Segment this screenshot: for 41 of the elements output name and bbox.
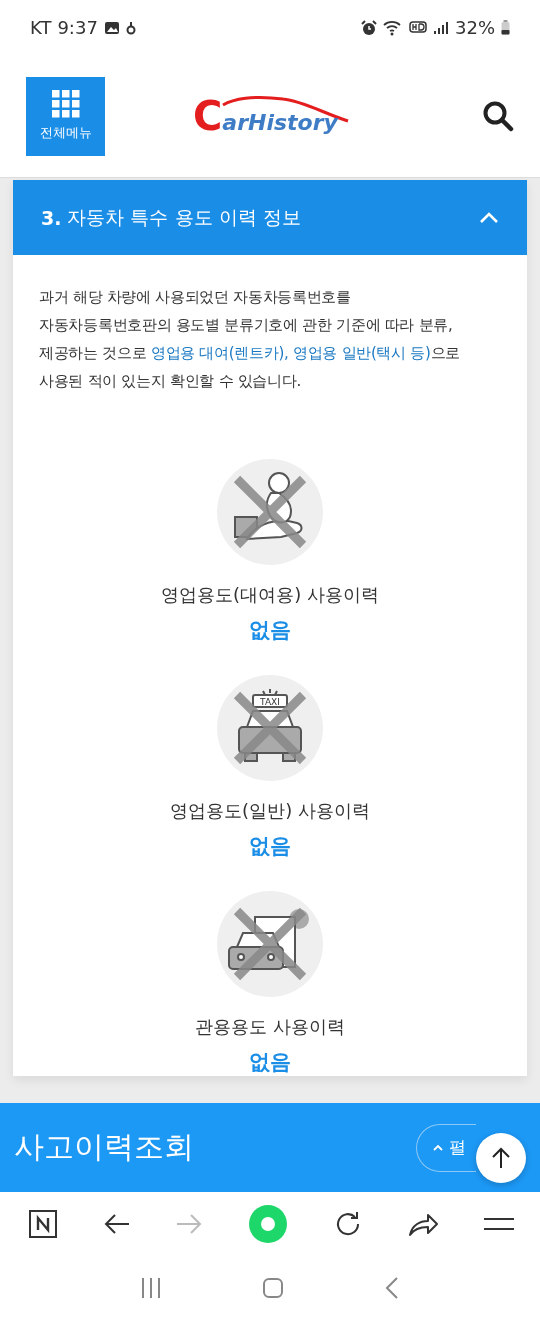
all-menu-button[interactable]: 전체메뉴	[26, 76, 105, 156]
clock-text: 9:37	[57, 17, 98, 38]
alarm-icon	[361, 19, 377, 36]
drop-icon	[125, 20, 136, 35]
caret-icon	[433, 1143, 443, 1152]
back-nav-icon[interactable]	[384, 1275, 400, 1300]
usage-result: 없음	[249, 1049, 291, 1075]
car-building-icon	[228, 909, 309, 970]
cross-icon	[232, 474, 308, 550]
wifi-icon	[383, 19, 403, 36]
forward-icon	[175, 1211, 204, 1236]
arrow-up-icon	[490, 1146, 512, 1170]
grid-icon	[51, 90, 80, 118]
usage-label: 영업용도(일반) 사용이력	[170, 799, 370, 823]
search-icon[interactable]	[482, 100, 514, 132]
person-hand-icon	[234, 472, 303, 540]
signal-icon	[433, 20, 449, 35]
usage-label: 영업용도(대여용) 사용이력	[161, 583, 379, 607]
description-text: 과거 해당 차량에 사용되었던 자동차등록번호를 자동차등록번호판의 용도별 분류기호에 관한 기준에 따라 분류, 제공하는 것으로 영업용 대여(렌트카), 영업용 일반(택시 등)으로 사용된 적이 있는지 확인할 수 있습니다.	[39, 287, 461, 392]
section-title: 사고이력조회	[14, 1128, 194, 1166]
image-icon	[103, 20, 120, 35]
chevron-icon	[479, 211, 499, 224]
usage-result: 없음	[249, 833, 291, 859]
hd-icon	[409, 20, 427, 35]
taxi-sign-text: TAXI	[260, 697, 280, 707]
logo[interactable]: CarHistory	[193, 91, 353, 141]
battery-text: 32%	[455, 17, 495, 38]
recent-apps-icon[interactable]	[140, 1276, 162, 1299]
cross-icon	[232, 906, 308, 982]
cross-icon	[232, 690, 308, 766]
menu-icon[interactable]	[483, 1216, 514, 1231]
battery-icon	[501, 20, 510, 35]
usage-result: 없음	[249, 617, 291, 643]
back-icon[interactable]	[102, 1211, 131, 1236]
section-header[interactable]: 3. 자동차 특수 용도 이력 정보	[13, 180, 527, 255]
carrier-text: KT	[30, 17, 52, 38]
taxi-icon	[238, 688, 302, 762]
usage-label: 관용용도 사용이력	[195, 1015, 345, 1039]
home-icon[interactable]	[262, 1276, 284, 1299]
home-n-icon[interactable]	[28, 1208, 58, 1239]
scroll-top-button[interactable]	[476, 1133, 526, 1183]
